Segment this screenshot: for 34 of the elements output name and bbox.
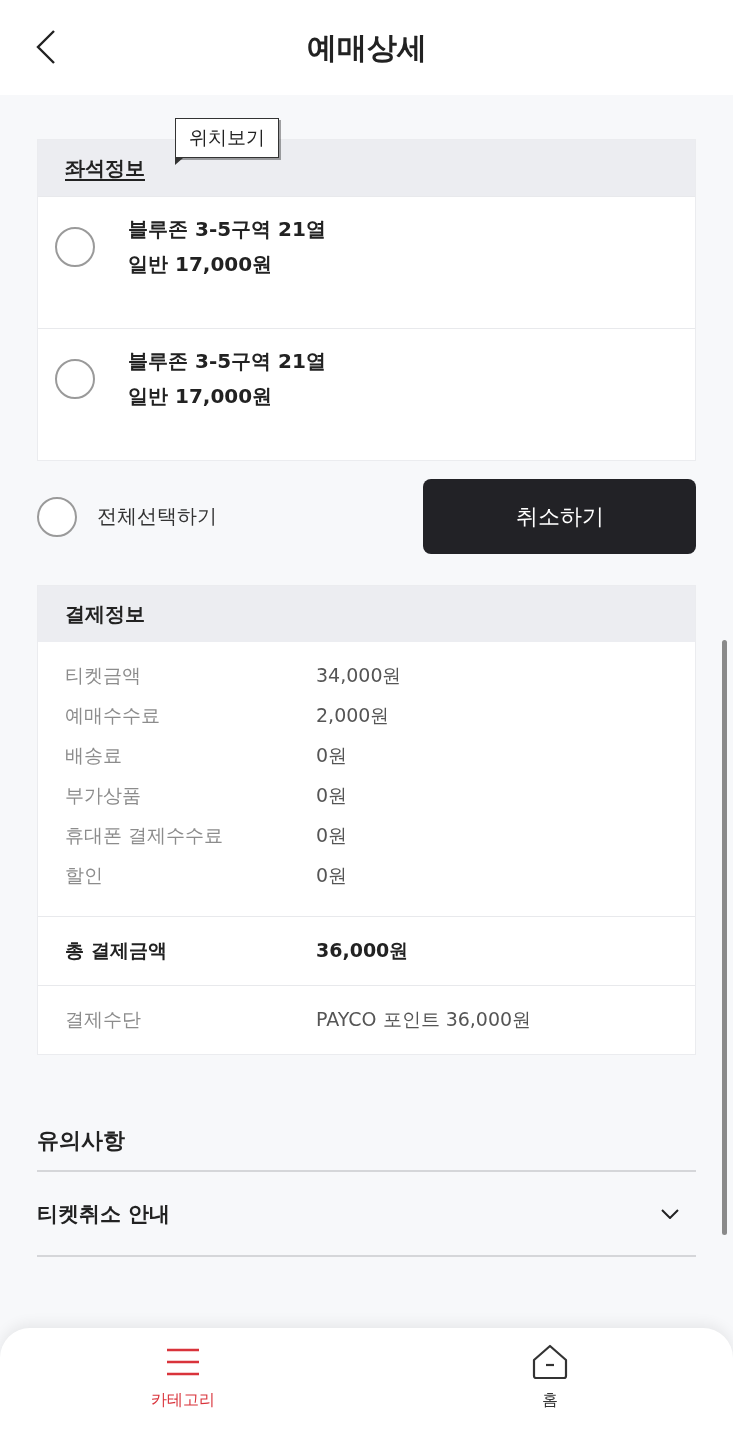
payment-label: 티켓금액 <box>65 663 142 688</box>
select-all-label: 전체선택하기 <box>97 503 217 530</box>
payment-method-value: PAYCO 포인트 36,000원 <box>316 1007 532 1032</box>
notice-title: 유의사항 <box>37 1121 696 1172</box>
payment-label: 할인 <box>65 863 104 888</box>
radio-button[interactable] <box>37 496 77 537</box>
seat-name: 블루존 3-5구역 21열 <box>128 347 326 375</box>
home-icon <box>531 1344 568 1380</box>
nav-tab[interactable]: 홈 <box>366 1328 733 1440</box>
radio-button[interactable] <box>55 226 95 267</box>
payment-value: 0원 <box>316 743 348 768</box>
total-label: 총 결제금액 <box>65 938 168 963</box>
payment-label: 부가상품 <box>65 783 142 808</box>
chevron-left-icon <box>36 30 56 64</box>
payment-value: 34,000원 <box>316 663 402 688</box>
seat-name: 블루존 3-5구역 21열 <box>128 215 326 243</box>
radio-button[interactable] <box>55 358 95 399</box>
cancel-button[interactable]: 취소하기 <box>423 479 696 554</box>
payment-label: 예매수수료 <box>65 703 161 728</box>
section-title: 좌석정보 <box>65 155 145 182</box>
seat-price: 일반 17,000원 <box>128 382 274 410</box>
seat-price: 일반 17,000원 <box>128 250 274 278</box>
payment-value: 0원 <box>316 863 348 888</box>
payment-value: 0원 <box>316 823 348 848</box>
payment-label: 배송료 <box>65 743 123 768</box>
accordion-header[interactable]: 티켓취소 안내 <box>37 1172 696 1257</box>
section-title: 결제정보 <box>65 601 145 628</box>
nav-tab[interactable]: 카테고리 <box>0 1328 367 1440</box>
payment-value: 2,000원 <box>316 703 390 728</box>
total-value: 36,000원 <box>316 938 409 963</box>
page-title: 예매상세 <box>306 28 427 67</box>
payment-method-label: 결제수단 <box>65 1007 142 1032</box>
payment-label: 휴대폰 결제수수료 <box>65 823 225 848</box>
payment-value: 0원 <box>316 783 348 808</box>
